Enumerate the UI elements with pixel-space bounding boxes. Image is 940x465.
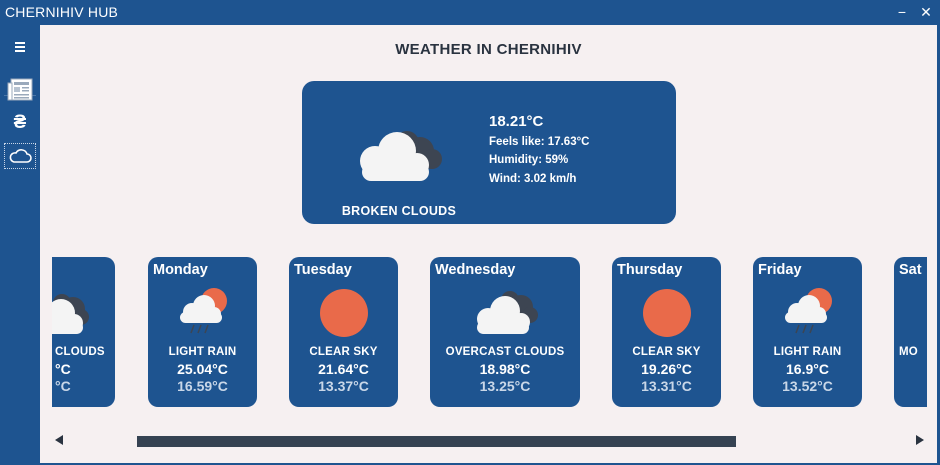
forecast-low: 16.59°C [177, 378, 228, 394]
hryvnia-icon: ₴ [13, 112, 27, 133]
current-weather-card: 18.21°C Feels like: 17.63°C Humidity: 59… [302, 81, 676, 224]
forecast-card: Wednesday OVERCAST CLOUDS 18.98°C 13.25°… [430, 257, 580, 407]
forecast-description: CLOUDS [55, 346, 105, 358]
newspaper-icon [7, 78, 33, 101]
forecast-day: Tuesday [294, 262, 352, 278]
forecast-day: Thursday [617, 262, 683, 278]
forecast-card: Monday LIGHT RAIN 25.04°C 16.59°C [148, 257, 257, 407]
forecast-high: 18.98°C [479, 361, 531, 377]
forecast-day: Friday [758, 262, 802, 278]
scroll-left-button[interactable] [52, 433, 66, 447]
title-bar: CHERNIHIV HUB − ✕ [0, 0, 940, 25]
weather-page: WEATHER IN CHERNIHIV 18.21°C Feels like:… [40, 25, 937, 463]
forecast-day: Sat [899, 262, 922, 278]
light-rain-icon [180, 288, 227, 334]
forecast-card: Tuesday CLEAR SKY 21.64°C 13.37°C [289, 257, 398, 407]
current-description: BROKEN CLOUDS [341, 204, 457, 218]
dark-clouds-icon [52, 294, 89, 334]
sidebar-item-news[interactable] [4, 77, 36, 103]
forecast-description: LIGHT RAIN [773, 346, 842, 358]
forecast-high: 21.64°C [318, 361, 369, 377]
forecast-description: OVERCAST CLOUDS [445, 346, 565, 358]
sidebar-item-currency[interactable]: ₴ [4, 110, 36, 136]
hamburger-menu-icon [15, 42, 25, 52]
menu-button[interactable] [4, 34, 36, 60]
forecast-low: 13.37°C [318, 378, 369, 394]
light-rain-icon [785, 288, 832, 334]
forecast-card: Sat MO [894, 257, 927, 407]
feels-like: Feels like: 17.63°C [489, 136, 590, 148]
forecast-day: Wednesday [435, 262, 516, 278]
overcast-clouds-icon [477, 291, 538, 334]
arrow-left-icon [55, 435, 63, 445]
forecast-high: 25.04°C [177, 361, 228, 377]
forecast-low: 13.31°C [641, 378, 692, 394]
sidebar: ₴ [0, 25, 40, 465]
sun-icon [320, 289, 368, 337]
forecast-high: °C [55, 361, 71, 377]
forecast-strip: CLOUDS °C °C Monday LIGHT RAIN 25.04°C 1… [52, 257, 927, 409]
close-button[interactable]: ✕ [917, 3, 935, 21]
app-title: CHERNIHIV HUB [5, 4, 119, 20]
arrow-right-icon [916, 435, 924, 445]
sun-icon [643, 289, 691, 337]
forecast-card: Friday LIGHT RAIN 16.9°C 13.52°C [753, 257, 862, 407]
page-title: WEATHER IN CHERNIHIV [395, 41, 582, 58]
forecast-card: CLOUDS °C °C [52, 257, 115, 407]
forecast-low: 13.52°C [782, 378, 833, 394]
cloud-icon [9, 149, 32, 163]
current-temperature: 18.21°C [489, 113, 544, 130]
humidity: Humidity: 59% [489, 154, 569, 166]
minimize-button[interactable]: − [893, 3, 911, 21]
forecast-low: 13.25°C [479, 378, 531, 394]
forecast-description: CLEAR SKY [632, 346, 701, 358]
forecast-card: Thursday CLEAR SKY 19.26°C 13.31°C [612, 257, 721, 407]
forecast-description: MO [899, 346, 918, 358]
forecast-description: LIGHT RAIN [168, 346, 237, 358]
horizontal-scrollbar-thumb[interactable] [137, 436, 736, 447]
forecast-high: 19.26°C [641, 361, 692, 377]
scroll-right-button[interactable] [913, 433, 927, 447]
sidebar-item-weather[interactable] [4, 143, 36, 169]
forecast-low: °C [55, 378, 71, 394]
forecast-high: 16.9°C [786, 361, 829, 377]
wind-speed: Wind: 3.02 km/h [489, 173, 577, 185]
forecast-day: Monday [153, 262, 208, 278]
broken-clouds-icon [360, 131, 442, 181]
forecast-description: CLEAR SKY [309, 346, 378, 358]
